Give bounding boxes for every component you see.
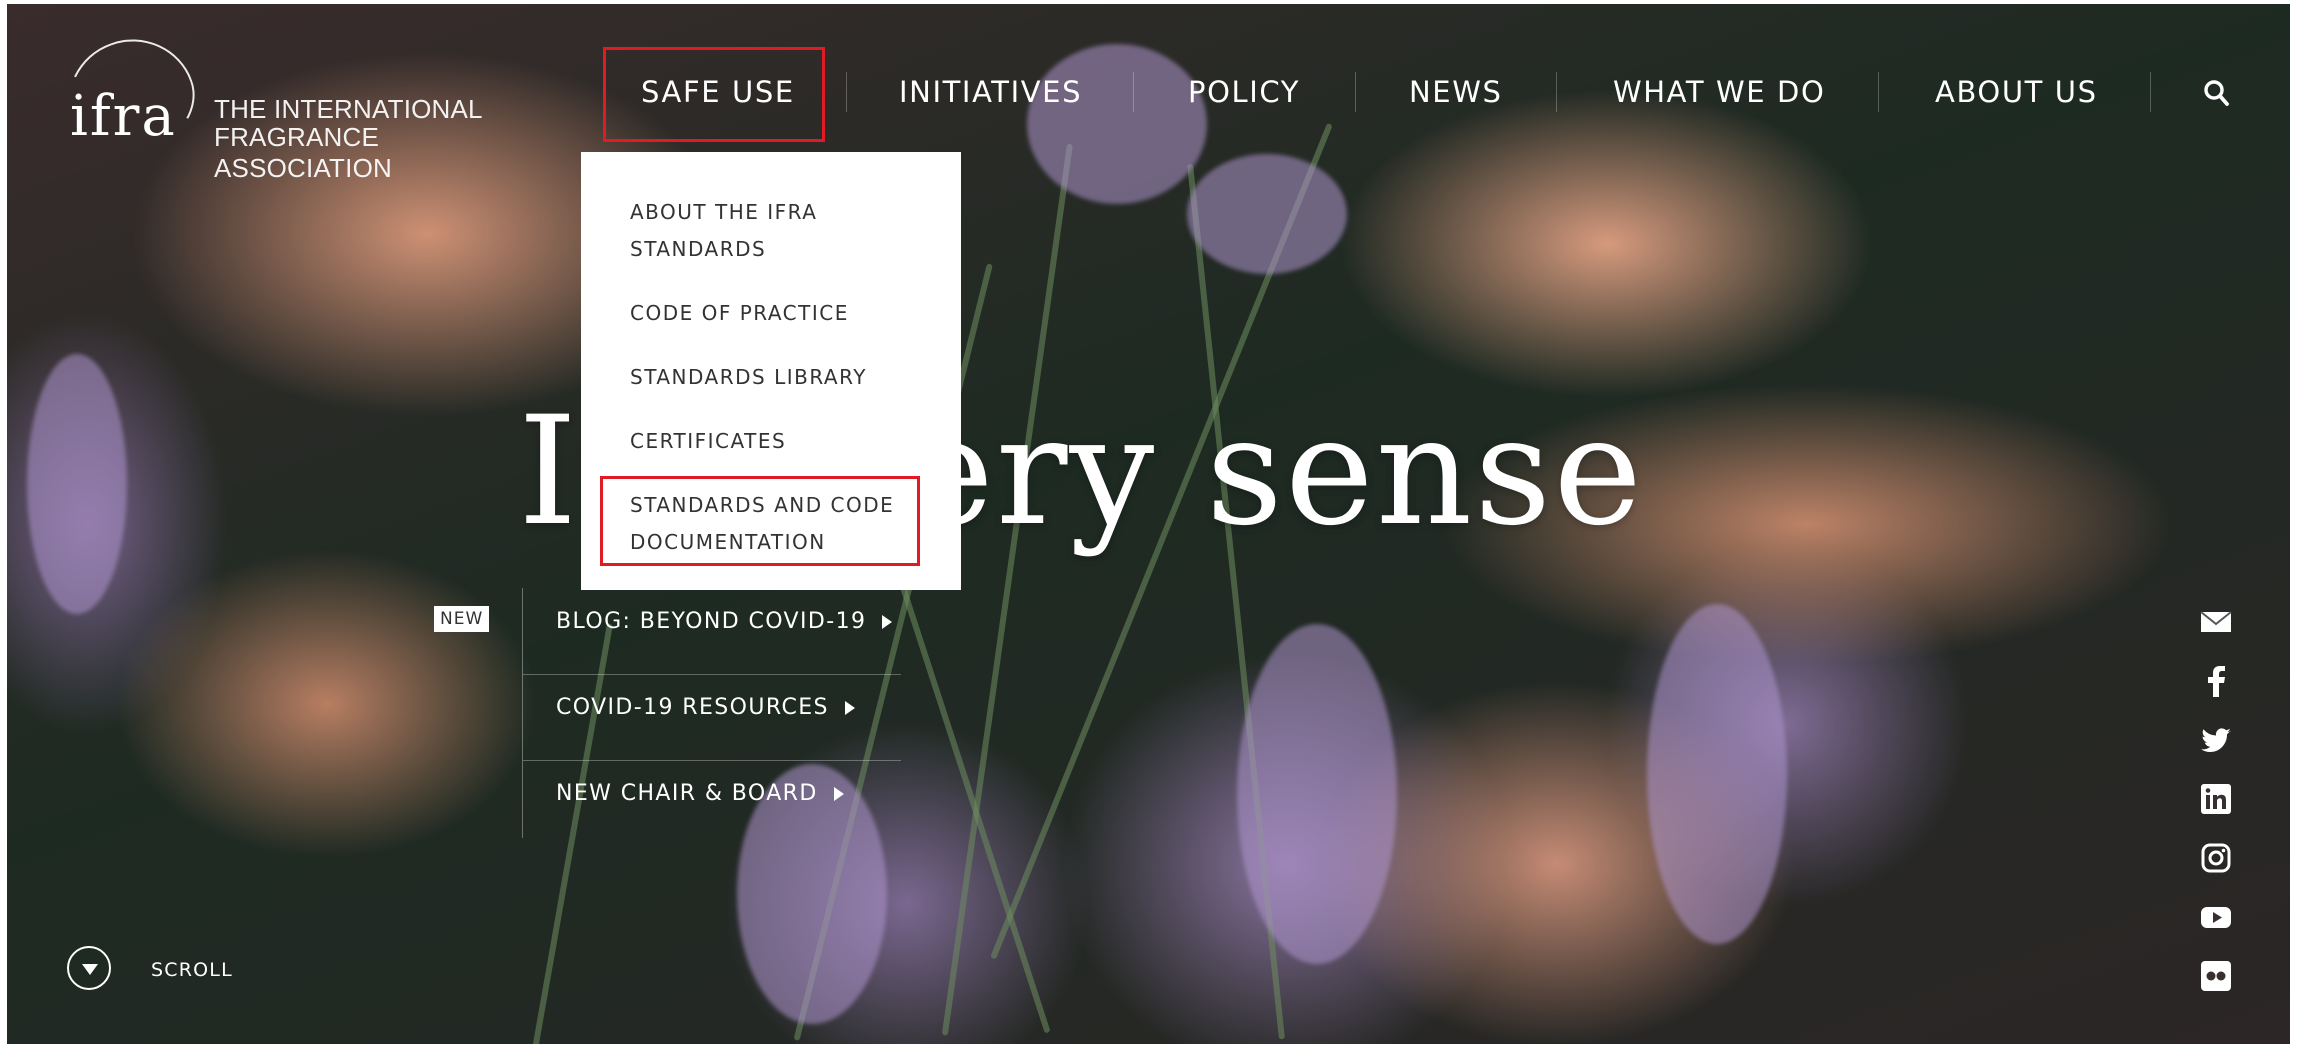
dropdown-item-label: CERTIFICATES	[630, 429, 787, 453]
dropdown-item-label: ABOUT THE IFRA	[630, 200, 818, 224]
nav-divider	[2150, 72, 2151, 112]
dropdown-item-standards-code-documentation[interactable]: STANDARDS AND CODE DOCUMENTATION	[630, 487, 930, 561]
news-links: BLOG: BEYOND COVID-19 COVID-19 RESOURCES…	[522, 588, 903, 838]
nav-about-us[interactable]: ABOUT US	[1935, 75, 2098, 109]
nav-policy[interactable]: POLICY	[1188, 75, 1300, 109]
logo-name-line1: THE INTERNATIONAL	[214, 94, 483, 124]
logo-mark: ifra	[70, 84, 177, 149]
news-row: NEW CHAIR & BOARD	[523, 760, 901, 846]
instagram-icon[interactable]	[2200, 842, 2232, 874]
mail-icon[interactable]	[2200, 606, 2232, 638]
lavender-flower	[1187, 154, 1347, 274]
new-badge: NEW	[434, 606, 490, 632]
nav-divider	[1556, 72, 1557, 112]
news-link-label: NEW CHAIR & BOARD	[556, 781, 818, 806]
facebook-icon[interactable]	[2200, 665, 2232, 697]
lavender-flower	[1647, 604, 1787, 944]
linkedin-icon[interactable]	[2200, 783, 2232, 815]
scroll-label: SCROLL	[151, 959, 233, 981]
nav-news[interactable]: NEWS	[1409, 75, 1503, 109]
search-icon[interactable]	[2203, 79, 2229, 107]
dropdown-item-label: STANDARDS AND CODE	[630, 493, 895, 517]
news-link-covid-resources[interactable]: COVID-19 RESOURCES	[556, 695, 855, 720]
news-link-new-chair-board[interactable]: NEW CHAIR & BOARD	[556, 781, 844, 806]
nav-divider	[1355, 72, 1356, 112]
nav-divider	[846, 72, 847, 112]
news-row: COVID-19 RESOURCES	[523, 674, 901, 761]
twitter-icon[interactable]	[2200, 724, 2232, 756]
scroll-button[interactable]	[67, 946, 111, 990]
dropdown-item-label: STANDARDS LIBRARY	[630, 365, 867, 389]
nav-initiatives[interactable]: INITIATIVES	[899, 75, 1082, 109]
lavender-flower	[1027, 44, 1207, 204]
dropdown-item-label: STANDARDS	[630, 237, 767, 261]
nav-safe-use[interactable]: SAFE USE	[641, 75, 795, 109]
news-link-label: BLOG: BEYOND COVID-19	[556, 609, 867, 634]
ifra-logo[interactable]: ifra THE INTERNATIONAL FRAGRANCE ASSOCIA…	[50, 21, 546, 183]
news-link-label: COVID-19 RESOURCES	[556, 695, 829, 720]
dropdown-item-standards-library[interactable]: STANDARDS LIBRARY	[630, 359, 930, 396]
news-link-blog-covid[interactable]: BLOG: BEYOND COVID-19	[556, 609, 893, 634]
nav-divider	[1133, 72, 1134, 112]
dropdown-item-certificates[interactable]: CERTIFICATES	[630, 423, 930, 460]
lavender-flower	[27, 354, 127, 614]
youtube-icon[interactable]	[2200, 901, 2232, 933]
play-arrow-icon	[882, 615, 893, 629]
dropdown-item-about-standards[interactable]: ABOUT THE IFRA STANDARDS	[630, 194, 930, 268]
dropdown-item-label: CODE OF PRACTICE	[630, 301, 849, 325]
nav-divider	[1878, 72, 1879, 112]
lavender-flower	[1237, 624, 1397, 964]
safe-use-dropdown: ABOUT THE IFRA STANDARDS CODE OF PRACTIC…	[581, 152, 961, 590]
dropdown-item-code-of-practice[interactable]: CODE OF PRACTICE	[630, 295, 930, 332]
play-arrow-icon	[833, 787, 844, 801]
news-row: BLOG: BEYOND COVID-19	[523, 588, 901, 675]
logo-name-line2: FRAGRANCE ASSOCIATION	[214, 122, 392, 183]
flickr-icon[interactable]	[2200, 960, 2232, 992]
play-arrow-icon	[844, 701, 855, 715]
chevron-down-icon	[82, 964, 98, 975]
dropdown-item-label: DOCUMENTATION	[630, 530, 826, 554]
nav-what-we-do[interactable]: WHAT WE DO	[1613, 75, 1825, 109]
